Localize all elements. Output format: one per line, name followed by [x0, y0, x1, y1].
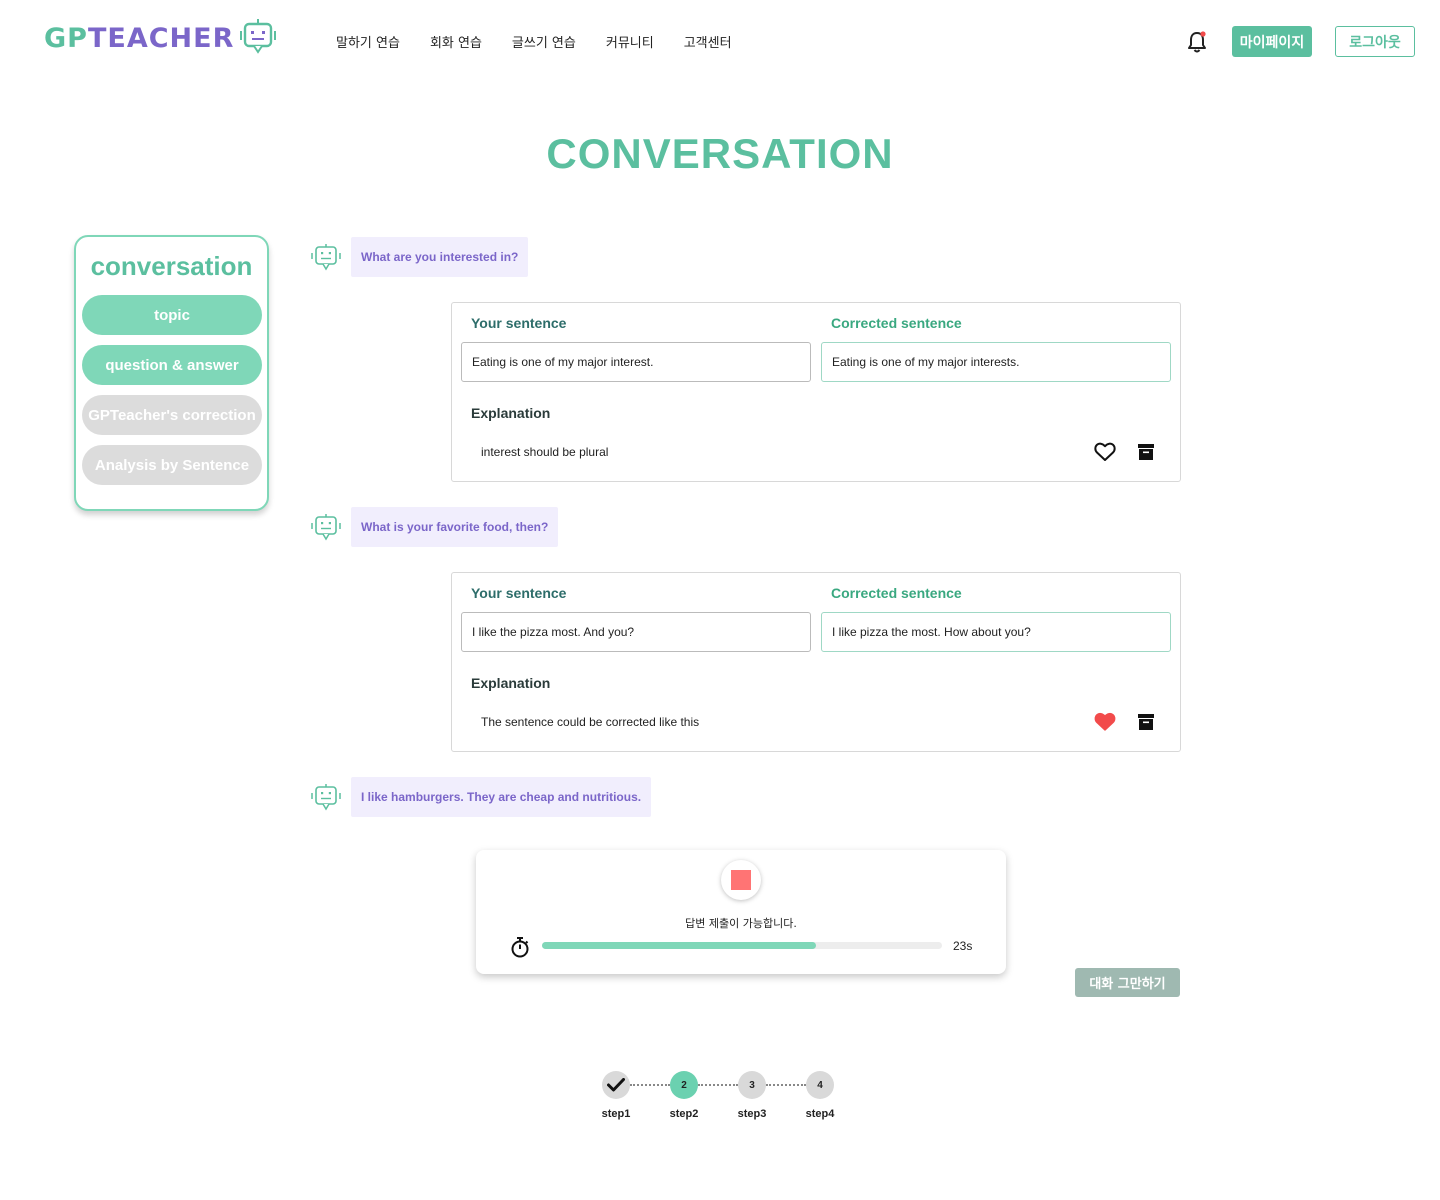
- nav-support[interactable]: 고객센터: [684, 32, 732, 51]
- logo-text: GPTEACHER: [44, 23, 234, 54]
- checkmark-icon: [607, 1078, 625, 1092]
- sidebar-item-correction[interactable]: GPTeacher's correction: [82, 395, 262, 435]
- sidebar-title: conversation: [90, 251, 253, 281]
- bot-message: I like hamburgers. They are cheap and nu…: [310, 777, 652, 817]
- step-connector: [698, 1084, 738, 1086]
- step-3-label: step3: [737, 1108, 767, 1120]
- sidebar-item-topic[interactable]: topic: [82, 295, 262, 335]
- your-sentence-label: Your sentence: [471, 315, 567, 331]
- page-title: CONVERSATION: [546, 130, 894, 177]
- archive-icon[interactable]: [1137, 443, 1155, 461]
- time-progress-fill: [542, 942, 816, 949]
- logout-button[interactable]: 로그아웃: [1335, 26, 1415, 57]
- step-connector: [630, 1084, 670, 1086]
- notification-button[interactable]: [1186, 30, 1208, 59]
- robot-avatar-icon: [311, 514, 341, 541]
- heart-outline-icon[interactable]: [1094, 442, 1116, 462]
- explanation-label: Explanation: [471, 675, 551, 691]
- nav-writing[interactable]: 글쓰기 연습: [512, 32, 576, 51]
- step-1-label: step1: [601, 1108, 631, 1120]
- logo[interactable]: GPTEACHER: [44, 19, 278, 56]
- mypage-button[interactable]: 마이페이지: [1232, 26, 1312, 57]
- sidebar: conversation topic question & answer GPT…: [74, 235, 269, 511]
- end-conversation-button[interactable]: 대화 그만하기: [1075, 968, 1180, 997]
- sidebar-item-question-answer[interactable]: question & answer: [82, 345, 262, 385]
- logo-text-teacher: TEACHER: [87, 22, 235, 54]
- archive-icon[interactable]: [1137, 713, 1155, 731]
- explanation-text: interest should be plural: [481, 445, 609, 459]
- bot-message: What is your favorite food, then?: [310, 507, 559, 547]
- sidebar-item-analysis[interactable]: Analysis by Sentence: [82, 445, 262, 485]
- step-2-indicator[interactable]: 2: [670, 1071, 698, 1099]
- your-sentence-label: Your sentence: [471, 585, 567, 601]
- step-3-indicator[interactable]: 3: [738, 1071, 766, 1099]
- step-2-label: step2: [669, 1108, 699, 1120]
- nav-speaking[interactable]: 말하기 연습: [336, 32, 400, 51]
- main-nav: 말하기 연습 회화 연습 글쓰기 연습 커뮤니티 고객센터: [336, 32, 762, 51]
- time-progress-bar: [542, 942, 942, 949]
- voice-recorder-panel: 답변 제출이 가능합니다. 23s: [476, 850, 1006, 974]
- explanation-label: Explanation: [471, 405, 551, 421]
- your-sentence-field: I like the pizza most. And you?: [461, 612, 811, 652]
- step-4-label: step4: [805, 1108, 835, 1120]
- corrected-sentence-field: Eating is one of my major interests.: [821, 342, 1171, 382]
- step-connector: [766, 1084, 806, 1086]
- heart-filled-icon[interactable]: [1094, 712, 1116, 732]
- recorder-status: 답변 제출이 가능합니다.: [685, 917, 797, 930]
- robot-avatar-icon: [311, 784, 341, 811]
- corrected-sentence-label: Corrected sentence: [831, 315, 962, 331]
- your-sentence-field: Eating is one of my major interest.: [461, 342, 811, 382]
- time-remaining: 23s: [953, 939, 973, 953]
- bot-bubble: I like hamburgers. They are cheap and nu…: [351, 777, 652, 817]
- explanation-text: The sentence could be corrected like thi…: [481, 715, 700, 729]
- nav-conversation[interactable]: 회화 연습: [430, 32, 482, 51]
- bot-bubble: What is your favorite food, then?: [351, 507, 559, 547]
- stopwatch-icon: [511, 937, 529, 958]
- stop-icon: [731, 870, 751, 890]
- correction-card: Your sentence Corrected sentence I like …: [451, 572, 1181, 752]
- correction-card: Your sentence Corrected sentence Eating …: [451, 302, 1181, 482]
- corrected-sentence-field: I like pizza the most. How about you?: [821, 612, 1171, 652]
- bell-icon: [1188, 31, 1206, 53]
- nav-community[interactable]: 커뮤니티: [606, 32, 654, 51]
- bot-bubble: What are you interested in?: [351, 237, 529, 277]
- step-1-indicator[interactable]: [602, 1071, 630, 1099]
- corrected-sentence-label: Corrected sentence: [831, 585, 962, 601]
- step-4-indicator[interactable]: 4: [806, 1071, 834, 1099]
- robot-avatar-icon: [311, 244, 341, 271]
- robot-logo-icon: [240, 19, 277, 54]
- bot-message: What are you interested in?: [310, 237, 529, 277]
- logo-text-gp: GP: [44, 22, 88, 54]
- stop-recording-button[interactable]: [721, 860, 761, 900]
